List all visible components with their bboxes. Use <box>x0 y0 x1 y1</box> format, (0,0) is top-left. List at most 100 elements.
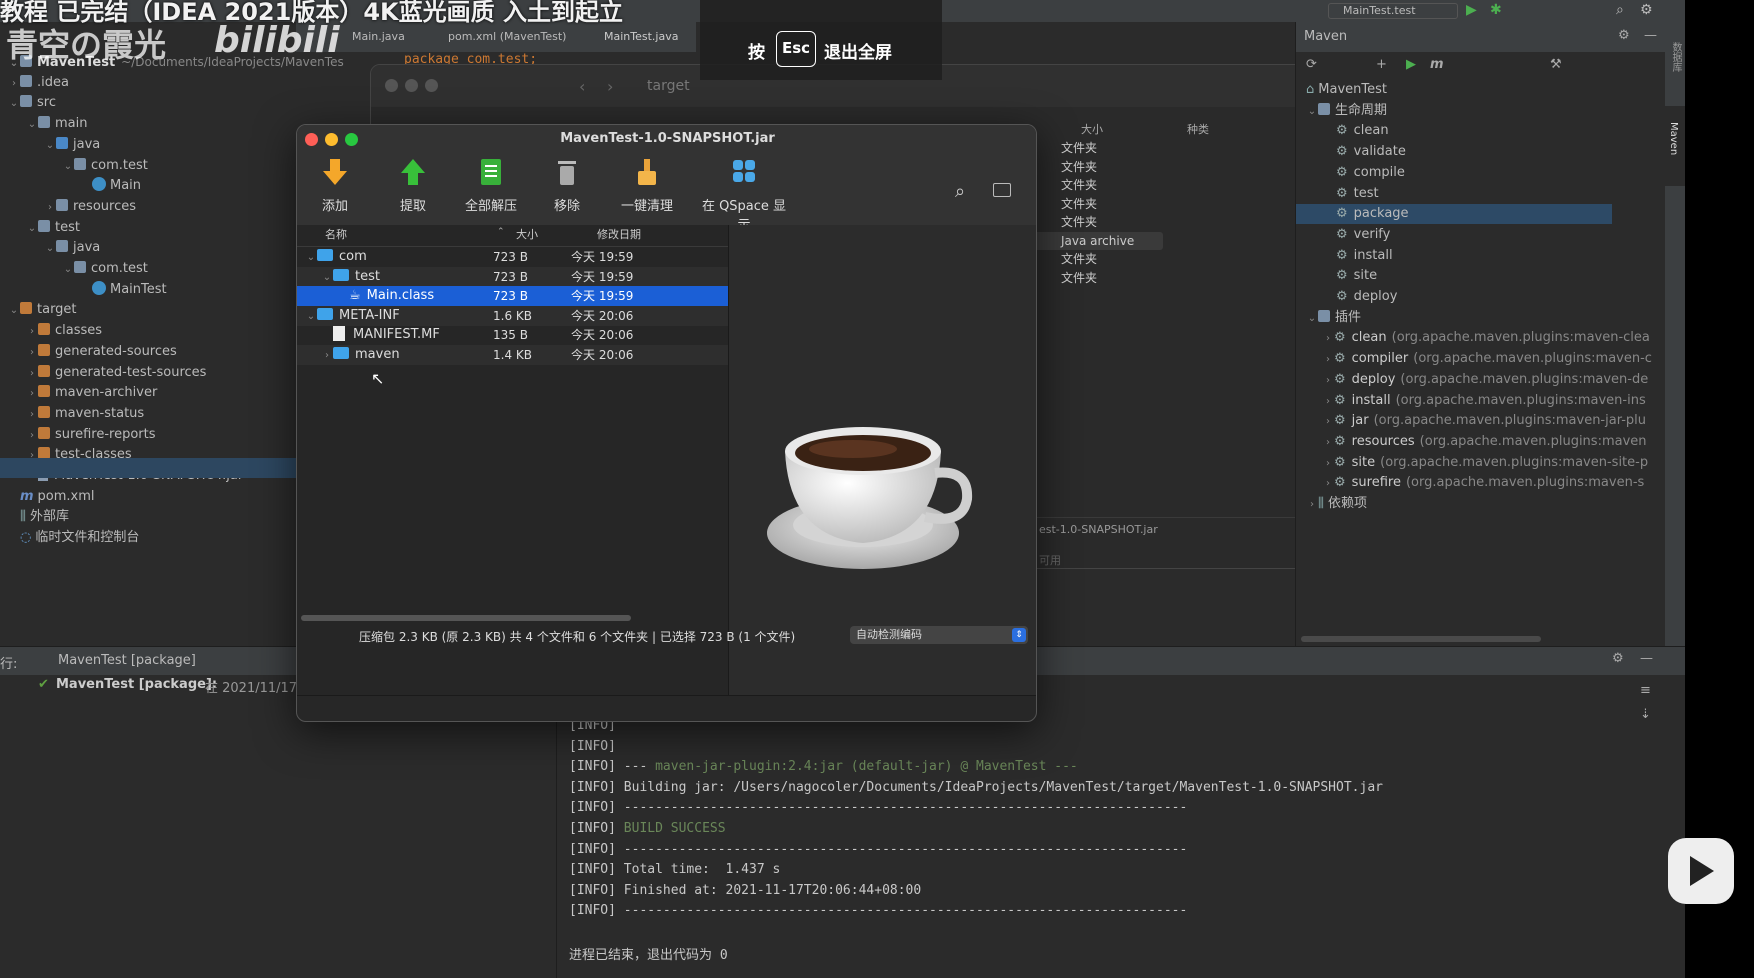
archive-h-scrollbar[interactable] <box>301 615 631 621</box>
sidebar-toggle-icon[interactable] <box>993 183 1011 197</box>
run-hide-icon[interactable]: — <box>1640 651 1653 666</box>
run-tab[interactable]: MavenTest [package] <box>58 653 196 668</box>
dependencies-node[interactable]: › ⫼ 依赖项 <box>1306 494 1367 514</box>
tree-node[interactable]: › classes <box>26 321 102 341</box>
plugin-clean[interactable]: › ⚙ clean (org.apache.maven.plugins:maven-c… <box>1322 328 1662 348</box>
plugin-compiler[interactable]: › ⚙ compiler (org.apache.maven.plugins:mave… <box>1322 349 1662 369</box>
chevron-down-icon[interactable]: ⌄ <box>1306 102 1318 122</box>
database-side-tab[interactable]: 数据库 <box>1668 42 1683 72</box>
chevron-right-icon[interactable]: › <box>1322 329 1334 348</box>
chevron-right-icon[interactable]: › <box>1322 433 1334 452</box>
lifecycle-goal-compile[interactable]: ⚙ compile <box>1336 163 1405 183</box>
archive-row[interactable]: MANIFEST.MF 135 B 今天 20:06 <box>297 325 728 345</box>
tree-chevron-icon[interactable]: › <box>26 426 38 446</box>
remove-button[interactable]: 移除 <box>545 157 589 214</box>
run-status-label[interactable]: MavenTest [package]: <box>56 677 217 692</box>
extract-button[interactable]: 提取 <box>391 157 435 214</box>
tree-chevron-icon[interactable]: › <box>26 322 38 342</box>
tree-node[interactable]: › generated-test-sources <box>26 363 206 383</box>
forward-icon[interactable]: › <box>607 77 613 96</box>
encoding-select[interactable]: 自动检测编码 ⇕ <box>850 626 1028 644</box>
tree-node[interactable]: m pom.xml <box>8 487 95 507</box>
settings-icon[interactable]: ⚙ <box>1640 2 1653 18</box>
archive-row[interactable]: ☕ Main.class 723 B 今天 19:59 <box>297 286 728 306</box>
lifecycle-goal-verify[interactable]: ⚙ verify <box>1336 225 1390 245</box>
add-button[interactable]: 添加 <box>313 157 357 214</box>
tree-node[interactable]: › maven-status <box>26 404 144 424</box>
run-config-selector[interactable]: MainTest.test <box>1328 3 1458 19</box>
add-icon[interactable]: + <box>1376 57 1387 72</box>
col-date[interactable]: 修改日期 <box>597 225 641 245</box>
finder-zoom-button[interactable] <box>425 79 438 92</box>
tree-node[interactable]: ◌ 临时文件和控制台 <box>8 528 139 548</box>
tree-chevron-icon[interactable]: ⌄ <box>44 239 56 259</box>
tree-node[interactable]: ⌄ test <box>26 218 80 238</box>
search-icon[interactable]: ⌕ <box>955 181 965 202</box>
maven-settings-icon[interactable]: ⚙ <box>1618 28 1630 43</box>
archive-row[interactable]: ⌄ META-INF 1.6 KB 今天 20:06 <box>297 305 728 327</box>
disclosure-icon[interactable]: ⌄ <box>305 248 317 268</box>
run-maven-icon[interactable]: ▶ <box>1406 57 1416 72</box>
finder-minimize-button[interactable] <box>405 79 418 92</box>
tree-chevron-icon[interactable]: › <box>26 384 38 404</box>
plugin-jar[interactable]: › ⚙ jar (org.apache.maven.plugins:maven-jar… <box>1322 411 1662 431</box>
tree-node[interactable]: › .idea <box>8 73 69 93</box>
disclosure-icon[interactable]: › <box>321 346 333 366</box>
disclosure-icon[interactable]: ⌄ <box>305 307 317 327</box>
maven-scrollbar[interactable] <box>1301 636 1541 642</box>
archive-row[interactable]: ⌄ test 723 B 今天 19:59 <box>297 266 728 288</box>
finder-close-button[interactable] <box>385 79 398 92</box>
tree-node[interactable]: Main <box>80 176 141 196</box>
tab-main-java[interactable]: Main.java <box>352 30 405 43</box>
plugins-node[interactable]: ⌄ 插件 <box>1306 308 1361 328</box>
tree-chevron-icon[interactable]: › <box>44 198 56 218</box>
chevron-right-icon[interactable]: › <box>1322 474 1334 493</box>
lifecycle-goal-install[interactable]: ⚙ install <box>1336 246 1393 266</box>
run-icon[interactable]: ▶ <box>1466 2 1477 18</box>
archive-row[interactable]: › maven 1.4 KB 今天 20:06 <box>297 344 728 366</box>
tree-chevron-icon[interactable]: › <box>8 74 20 94</box>
chevron-right-icon[interactable]: › <box>1322 350 1334 369</box>
chevron-right-icon[interactable]: › <box>1322 392 1334 411</box>
tree-node[interactable]: ⌄ target <box>8 300 77 320</box>
tree-chevron-icon[interactable]: ⌄ <box>8 301 20 321</box>
debug-icon[interactable]: ✱ <box>1490 2 1502 18</box>
maven-side-tab[interactable]: Maven <box>1668 122 1679 155</box>
execute-goal-icon[interactable]: m <box>1430 57 1444 72</box>
tree-node[interactable]: ⌄ com.test <box>62 156 148 176</box>
finder-col-kind[interactable]: 种类 <box>1187 121 1209 137</box>
tree-node[interactable]: MainTest <box>80 280 167 300</box>
scroll-end-icon[interactable]: ⇣ <box>1640 707 1651 722</box>
archive-row[interactable]: ⌄ com 723 B 今天 19:59 <box>297 247 728 267</box>
lifecycle-goal-validate[interactable]: ⚙ validate <box>1336 142 1406 162</box>
back-icon[interactable]: ‹ <box>579 77 585 96</box>
maven-hide-icon[interactable]: — <box>1644 28 1657 43</box>
tree-chevron-icon[interactable]: ⌄ <box>26 115 38 135</box>
chevron-right-icon[interactable]: › <box>1322 412 1334 431</box>
tree-node[interactable]: ⌄ java <box>44 238 100 258</box>
soft-wrap-icon[interactable]: ≡ <box>1640 683 1651 698</box>
plugin-surefire[interactable]: › ⚙ surefire (org.apache.maven.plugins:mave… <box>1322 473 1662 493</box>
chevron-down-icon[interactable]: ⌄ <box>1306 309 1318 329</box>
tree-node[interactable]: ⌄ src <box>8 93 56 113</box>
lifecycle-goal-clean[interactable]: ⚙ clean <box>1336 121 1389 141</box>
cleanup-button[interactable]: 一键清理 <box>617 157 677 214</box>
chevron-right-icon[interactable]: › <box>1306 495 1318 515</box>
wrench-icon[interactable]: ⚒ <box>1550 57 1562 72</box>
tree-chevron-icon[interactable]: ⌄ <box>62 157 74 177</box>
lifecycle-goal-package[interactable]: ⚙ package <box>1296 204 1612 225</box>
chevron-right-icon[interactable]: › <box>1322 371 1334 390</box>
tab-maintest-java[interactable]: MainTest.java <box>604 30 678 43</box>
search-everywhere-icon[interactable]: ⌕ <box>1616 2 1624 18</box>
tree-node[interactable]: › generated-sources <box>26 342 177 362</box>
lifecycle-goal-deploy[interactable]: ⚙ deploy <box>1336 287 1397 307</box>
col-size[interactable]: 大小 <box>516 225 538 245</box>
plugin-install[interactable]: › ⚙ install (org.apache.maven.plugins:maven… <box>1322 391 1662 411</box>
tree-chevron-icon[interactable]: › <box>26 364 38 384</box>
run-settings-icon[interactable]: ⚙ <box>1612 651 1624 666</box>
tree-node[interactable]: › maven-archiver <box>26 383 157 403</box>
tab-pom-xml[interactable]: pom.xml (MavenTest) <box>448 30 566 43</box>
tree-node[interactable]: ⫼ 外部库 <box>8 507 69 527</box>
tree-node[interactable]: ⌄ com.test <box>62 259 148 279</box>
disclosure-icon[interactable]: ⌄ <box>321 268 333 288</box>
